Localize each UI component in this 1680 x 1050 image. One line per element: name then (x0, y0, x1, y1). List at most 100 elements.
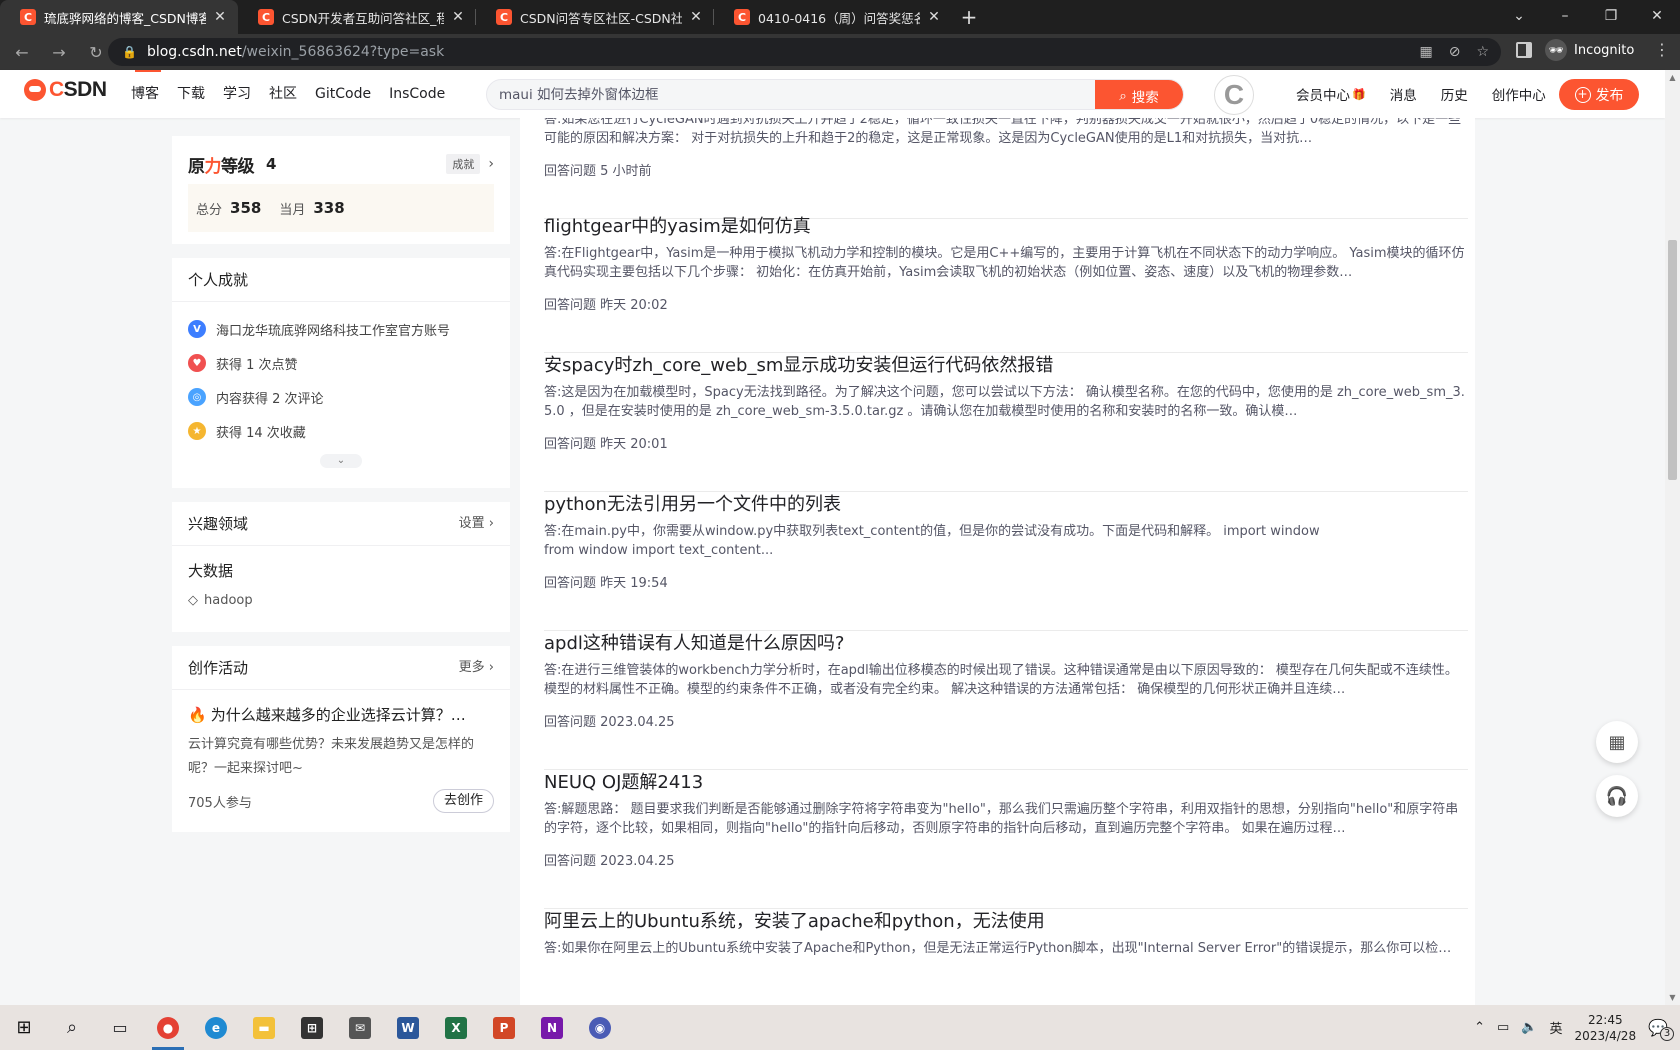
answer-list-item[interactable]: python无法引用另一个文件中的列表 答:在main.py中，你需要从windo… (544, 492, 1468, 631)
nav-link-gitcode[interactable]: GitCode (306, 70, 380, 118)
maximize-button[interactable]: ❐ (1588, 0, 1634, 32)
answer-excerpt: 答:如果您在进行CycleGAN时遇到对抗损失上升并趋于2稳定，循环一致性损失一… (544, 118, 1462, 146)
answer-list-item[interactable]: 答:如果您在进行CycleGAN时遇到对抗损失上升并趋于2稳定，循环一致性损失一… (544, 118, 1468, 219)
nav-link-download[interactable]: 下载 (168, 70, 214, 118)
history-link[interactable]: 历史 (1429, 84, 1480, 104)
go-create-button[interactable]: 去创作 (432, 789, 494, 813)
question-title-link[interactable]: 安spacy时zh_core_web_sm显示成功安装但运行代码依然报错 (544, 353, 1468, 379)
search-box: ⌕ 搜索 (486, 79, 1184, 110)
question-title-link[interactable]: 阿里云上的Ubuntu系统，安装了apache和python，无法使用 (544, 909, 1468, 935)
tab-search-icon[interactable]: ⌄ (1496, 0, 1542, 32)
new-tab-button[interactable]: + (952, 0, 986, 34)
answer-meta: 回答问题 昨天 20:02 (544, 298, 668, 313)
clock[interactable]: 22:45 2023/4/28 (1575, 1012, 1637, 1044)
nav-link-inscode[interactable]: InsCode (380, 70, 454, 118)
reload-icon[interactable]: ↻ (81, 37, 111, 67)
interest-settings-link[interactable]: 设置 › (459, 502, 494, 546)
answer-list-item[interactable]: flightgear中的yasim是如何仿真 答:在Flightgear中，Yas… (544, 214, 1468, 353)
minimize-button[interactable]: – (1542, 0, 1588, 32)
chrome-icon[interactable]: ● (144, 1005, 192, 1050)
publish-label: 发布 (1595, 87, 1624, 104)
question-title-link[interactable]: python无法引用另一个文件中的列表 (544, 492, 1468, 518)
ime-indicator[interactable]: 英 (1550, 1018, 1563, 1037)
answer-list-item[interactable]: apdl这种错误有人知道是什么原因吗? 答:在进行三维管装体的workbench力… (544, 631, 1468, 770)
answer-excerpt: 答:如果你在阿里云上的Ubuntu系统中安装了Apache和Python，但是无… (544, 941, 1452, 956)
address-bar[interactable]: 🔒 blog.csdn.net /weixin_56863624?type=as… (108, 38, 1501, 66)
scroll-down-icon[interactable]: ▼ (1665, 993, 1680, 1002)
clock-time: 22:45 (1588, 1012, 1623, 1027)
task-view-icon[interactable]: ▭ (96, 1005, 144, 1050)
creator-center-link[interactable]: 创作中心 (1480, 84, 1558, 104)
powerpoint-icon[interactable]: P (480, 1005, 528, 1050)
answer-list-item[interactable]: NEUQ OJ题解2413 答:解题思路： 题目要求我们判断是否能够通过删除字符将… (544, 770, 1468, 909)
mail-icon[interactable]: ✉ (336, 1005, 384, 1050)
qr-code-icon[interactable]: ▦ (1596, 721, 1638, 763)
achievement-link[interactable]: 成就 › (446, 154, 494, 174)
word-icon[interactable]: W (384, 1005, 432, 1050)
header-user-links: 会员中心 🎁 消息 历史 创作中心 (1284, 70, 1558, 118)
activity-more-link[interactable]: 更多 › (459, 646, 494, 690)
answer-list-item[interactable]: 阿里云上的Ubuntu系统，安装了apache和python，无法使用答:如果你… (544, 909, 1468, 1005)
vip-center-link[interactable]: 会员中心 (1284, 84, 1362, 104)
network-icon[interactable]: ▭ (1497, 1020, 1509, 1035)
close-window-button[interactable]: ✕ (1634, 0, 1680, 32)
back-icon[interactable]: ← (7, 37, 37, 67)
edge-icon[interactable]: e (192, 1005, 240, 1050)
tab-close-icon[interactable]: ✕ (688, 9, 704, 25)
browser-menu-icon[interactable]: ⋮ (1654, 40, 1670, 59)
scrollbar-thumb[interactable] (1668, 240, 1677, 480)
page-scrollbar[interactable]: ▲ ▼ (1665, 70, 1680, 1005)
headset-icon[interactable]: 🎧 (1596, 775, 1638, 817)
question-title-link[interactable]: NEUQ OJ题解2413 (544, 770, 1468, 796)
app-icon[interactable]: ◉ (576, 1005, 624, 1050)
interest-tag[interactable]: ◇ hadoop (188, 593, 494, 608)
question-title-link[interactable]: apdl这种错误有人知道是什么原因吗? (544, 631, 1468, 657)
forward-icon[interactable]: → (44, 37, 74, 67)
notification-count: 3 (1660, 1027, 1674, 1041)
search-icon: ⌕ (1119, 87, 1127, 104)
achievement-badge-icon: ★ (188, 422, 206, 440)
notification-center-icon[interactable]: 💬 3 (1648, 1018, 1674, 1041)
excel-icon[interactable]: X (432, 1005, 480, 1050)
lock-icon[interactable]: 🔒 (122, 45, 137, 59)
level-title: 原力等级 (188, 156, 255, 177)
browser-tab[interactable]: C CSDN开发者互助问答社区_程序 ✕ (238, 0, 476, 34)
search-input[interactable] (487, 80, 1095, 109)
tab-close-icon[interactable]: ✕ (926, 9, 942, 25)
tracking-blocked-icon[interactable]: ⊘ (1449, 44, 1461, 60)
tab-close-icon[interactable]: ✕ (212, 9, 228, 25)
achievement-item: ★ 获得 14 次收藏 (188, 414, 494, 448)
search-icon[interactable]: ⌕ (48, 1005, 96, 1050)
nav-link-learn[interactable]: 学习 (214, 70, 260, 118)
activity-headline-link[interactable]: 🔥 为什么越来越多的企业选择云计算？… (188, 704, 494, 725)
store-icon[interactable]: ⊞ (288, 1005, 336, 1050)
scroll-up-icon[interactable]: ▲ (1665, 73, 1680, 82)
side-panel-icon[interactable] (1516, 42, 1532, 58)
browser-tab[interactable]: C 0410-0416（周）问答奖惩名单公 ✕ (714, 0, 952, 34)
publish-button[interactable]: + 发布 (1559, 79, 1639, 110)
volume-icon[interactable]: 🔈 (1521, 1020, 1537, 1035)
gift-icon: 🎁 (1352, 87, 1366, 101)
browser-tab[interactable]: C CSDN问答专区社区-CSDN社区云 ✕ (476, 0, 714, 34)
search-button[interactable]: ⌕ 搜索 (1095, 80, 1183, 109)
score-box: 总分 358 当月 338 (188, 184, 494, 232)
tray-overflow-icon[interactable]: ⌃ (1474, 1020, 1485, 1035)
windows-start-icon[interactable]: ⊞ (0, 1005, 48, 1050)
browser-tab[interactable]: C 琉底骅网络的博客_CSDN博客-领 ✕ (0, 0, 238, 34)
incognito-indicator[interactable]: 🕶 Incognito (1545, 39, 1634, 61)
answer-list-item[interactable]: 安spacy时zh_core_web_sm显示成功安装但运行代码依然报错 答:这是… (544, 353, 1468, 492)
tab-close-icon[interactable]: ✕ (450, 9, 466, 25)
file-explorer-icon[interactable]: ▬ (240, 1005, 288, 1050)
qr-share-icon[interactable]: ▦ (1419, 44, 1432, 60)
achievement-item: ♥ 获得 1 次点赞 (188, 346, 494, 380)
onenote-icon[interactable]: N (528, 1005, 576, 1050)
messages-link[interactable]: 消息 (1378, 84, 1429, 104)
expand-chevron-icon[interactable]: ⌄ (320, 454, 362, 468)
nav-link-blog[interactable]: 博客 (122, 70, 168, 118)
bookmark-star-icon[interactable]: ☆ (1476, 44, 1489, 60)
csdn-logo[interactable]: CSDN (24, 78, 107, 102)
question-title-link[interactable]: flightgear中的yasim是如何仿真 (544, 214, 1468, 240)
nav-link-community[interactable]: 社区 (260, 70, 306, 118)
achievements-list: V 海口龙华琉底骅网络科技工作室官方账号 ♥ 获得 1 次点赞 ◎ 内容获得 2 次评论 ★… (172, 302, 510, 448)
avatar[interactable]: C (1214, 75, 1254, 115)
